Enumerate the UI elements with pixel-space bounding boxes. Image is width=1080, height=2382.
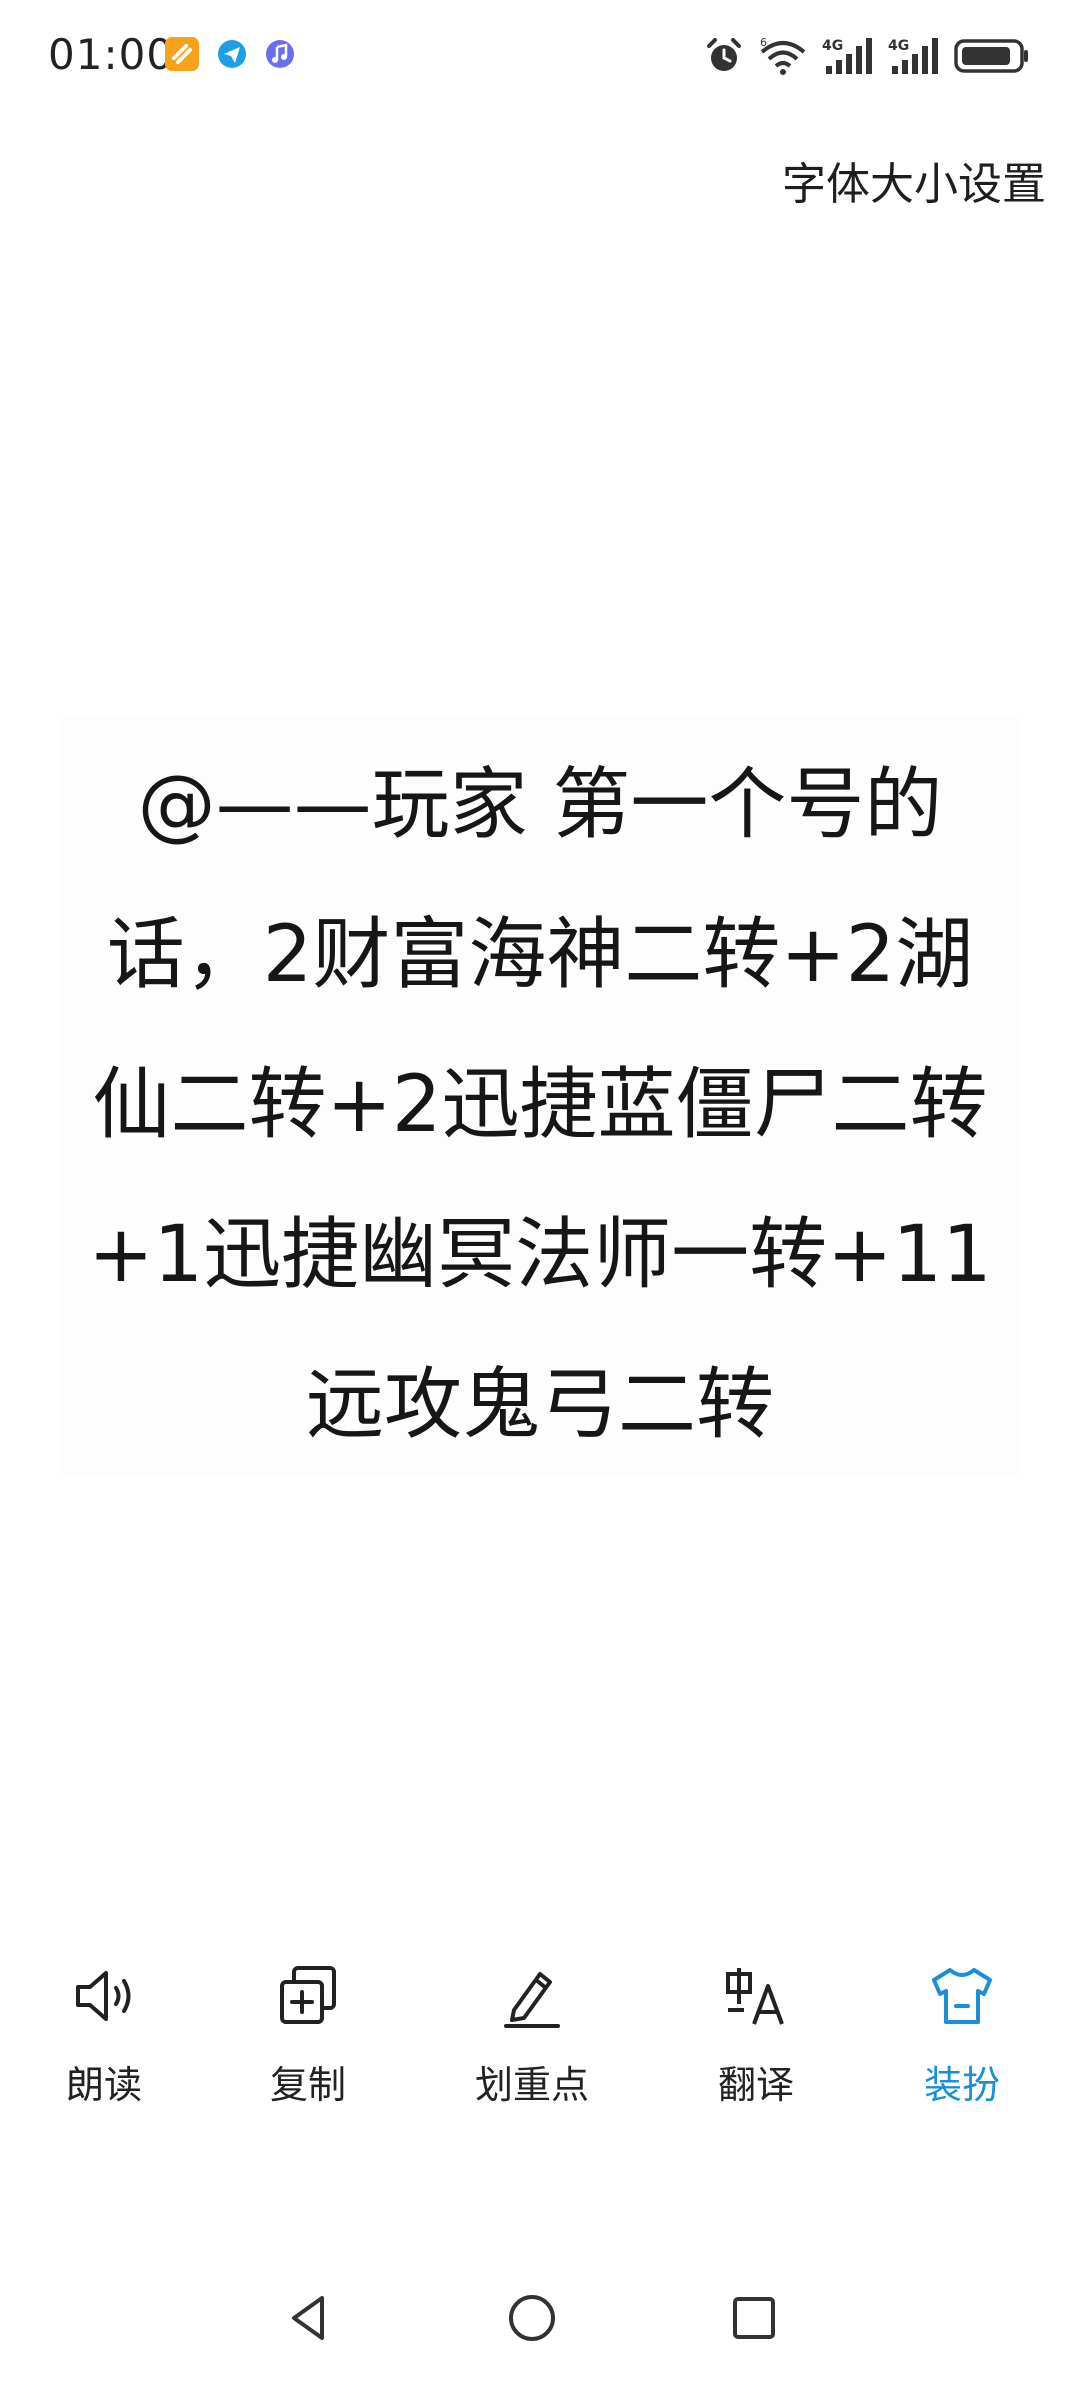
- translate-icon: [726, 1968, 784, 2025]
- status-bar: 01:00 6 4G 4G: [0, 0, 1080, 110]
- music-icon: [266, 40, 294, 68]
- telegram-icon: [218, 40, 246, 68]
- wifi-icon: 6: [760, 36, 806, 75]
- status-icons: 6 4G 4G: [704, 32, 1030, 80]
- signal-4g-icon: 4G: [888, 38, 938, 74]
- svg-text:4G: 4G: [888, 38, 909, 54]
- alarm-icon: [707, 38, 741, 71]
- battery-icon: [954, 39, 1028, 73]
- read-aloud-button[interactable]: 朗读: [14, 1960, 194, 2140]
- dress-up-label: 装扮: [923, 2063, 1000, 2107]
- pen-icon: [504, 1972, 560, 2028]
- dress-up-button[interactable]: 装扮: [872, 1960, 1052, 2140]
- status-time: 01:00: [48, 30, 175, 79]
- svg-text:6: 6: [760, 36, 767, 49]
- copy-button[interactable]: 复制: [218, 1960, 398, 2140]
- font-size-setting-button[interactable]: 字体大小设置: [782, 148, 1046, 212]
- back-icon[interactable]: [282, 2290, 338, 2346]
- speaker-icon: [76, 1971, 131, 2021]
- translate-button[interactable]: 翻译: [666, 1960, 846, 2140]
- bottom-toolbar: 朗读 复制 划重点 翻译 装扮: [0, 1960, 1080, 2140]
- recents-icon[interactable]: [726, 2290, 782, 2346]
- app-notification-icon: [165, 37, 199, 71]
- highlight-label: 划重点: [474, 2063, 589, 2107]
- signal-4g-icon: 4G: [822, 38, 872, 74]
- tshirt-icon: [932, 1968, 992, 2024]
- svg-text:4G: 4G: [822, 38, 843, 54]
- copy-icon: [280, 1966, 336, 2024]
- content-text: @——玩家 第一个号的话，2财富海神二转+2湖仙二转+2迅捷蓝僵尸二转+1迅捷幽…: [88, 760, 992, 1450]
- screen: 01:00 6 4G 4G 字体大小设置 @——玩家 第一个号的话，2财富海神二…: [0, 0, 1080, 2382]
- highlight-button[interactable]: 划重点: [442, 1960, 622, 2140]
- navigation-bar: [0, 2250, 1080, 2382]
- copy-label: 复制: [269, 2063, 346, 2107]
- home-icon[interactable]: [504, 2290, 560, 2346]
- read-aloud-label: 朗读: [65, 2063, 142, 2107]
- translate-label: 翻译: [717, 2063, 794, 2107]
